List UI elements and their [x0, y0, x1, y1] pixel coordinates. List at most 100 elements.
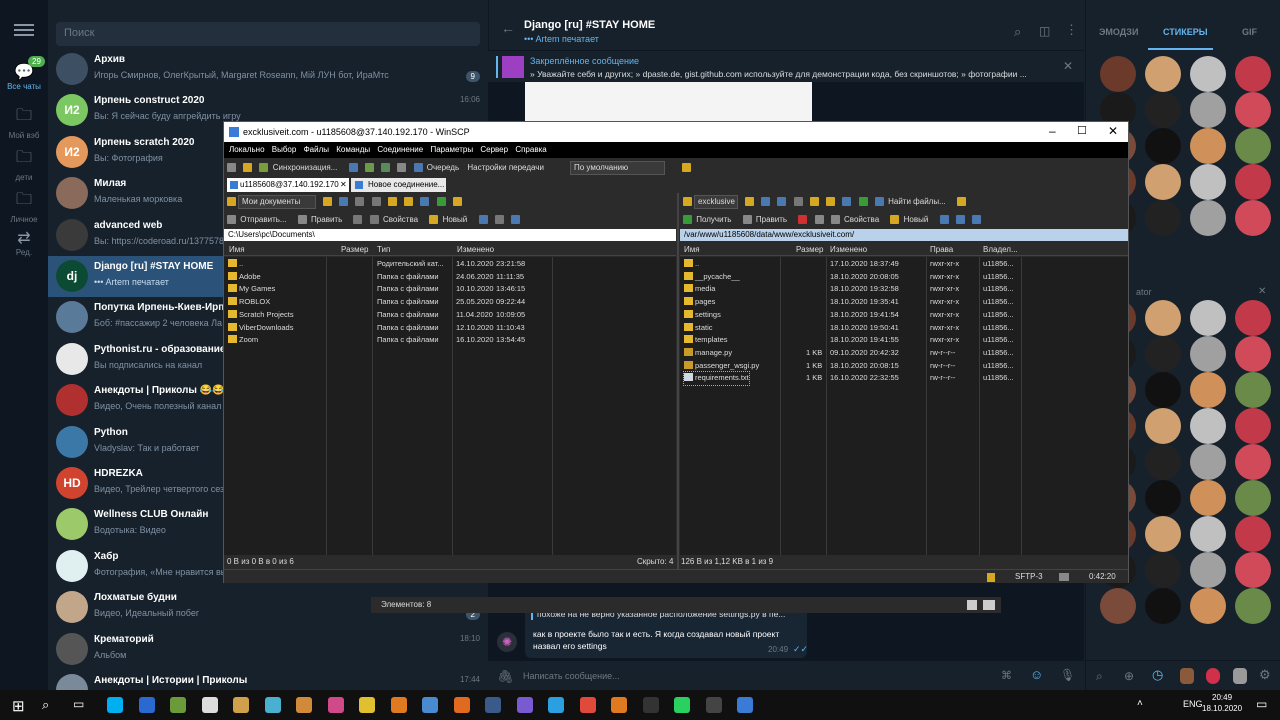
firefox-icon[interactable]	[453, 697, 470, 713]
sticker[interactable]	[1190, 480, 1226, 516]
clock-date[interactable]: 18.10.2020	[1202, 704, 1242, 713]
sticker[interactable]	[1235, 588, 1271, 624]
back-icon[interactable]	[355, 197, 365, 206]
rail-item-all-chats[interactable]: 💬 Все чаты 29	[0, 56, 48, 98]
properties-icon[interactable]	[830, 215, 840, 224]
select-all-icon[interactable]	[939, 215, 949, 224]
app-3-icon[interactable]	[138, 697, 155, 713]
sticker[interactable]	[1235, 128, 1271, 164]
file-row[interactable]: settings 18.10.2020 19:41:54 rwxr-xr-x u118…	[680, 309, 1128, 322]
file-row[interactable]: pages 18.10.2020 19:35:41 rwxr-xr-x u11856.…	[680, 296, 1128, 309]
properties-button[interactable]: Свойства	[844, 211, 879, 229]
tab-stickers[interactable]: СТИКЕРЫ	[1163, 27, 1208, 37]
app-icon[interactable]	[327, 697, 344, 713]
col-size[interactable]: Размер	[341, 243, 369, 256]
sticker[interactable]	[1235, 372, 1271, 408]
tab-session[interactable]: u1185608@37.140.192.170 ✕	[227, 178, 349, 192]
find-icon[interactable]	[364, 163, 374, 172]
language-indicator[interactable]: ENG	[1183, 699, 1203, 709]
sticker[interactable]	[1145, 336, 1181, 372]
menu-server[interactable]: Сервер	[480, 142, 508, 158]
search-icon[interactable]: ⌕	[42, 697, 49, 713]
refresh-icon[interactable]	[436, 197, 446, 206]
telegram-icon[interactable]	[548, 697, 564, 713]
unity-icon[interactable]	[201, 697, 218, 713]
col-name[interactable]: Имя	[684, 243, 700, 256]
download-icon[interactable]	[683, 215, 692, 224]
sticker[interactable]	[1190, 164, 1226, 200]
file-row[interactable]: Scratch Projects Папка с файлами 11.04.202…	[224, 309, 676, 322]
edit-icon[interactable]	[297, 215, 307, 224]
shiba-icon[interactable]	[296, 697, 312, 713]
sticker[interactable]	[1235, 164, 1271, 200]
close-icon[interactable]: ✕	[1108, 124, 1118, 138]
right-path-bar[interactable]: /var/www/u1185608/data/www/excklusiveit.…	[680, 229, 1128, 241]
sticker[interactable]	[1145, 200, 1181, 236]
open-folder-icon[interactable]	[323, 197, 332, 206]
col-name[interactable]: Имя	[229, 243, 245, 256]
filter-icon[interactable]	[510, 215, 520, 224]
emoji-icon[interactable]: ☺	[1030, 667, 1043, 682]
deselect-icon[interactable]	[494, 215, 504, 224]
sticker[interactable]	[1190, 300, 1226, 336]
file-row[interactable]: My Games Папка с файлами 10.10.2020 13:46:1…	[224, 283, 676, 296]
rail-item-personal[interactable]: 🗀 Личное	[0, 184, 48, 224]
sticker[interactable]	[1145, 92, 1181, 128]
back-icon[interactable]	[777, 197, 787, 206]
new-button[interactable]: Новый	[904, 211, 929, 229]
transfer-settings-select[interactable]: По умолчанию	[570, 161, 665, 175]
forward-icon[interactable]	[371, 197, 381, 206]
col-owner[interactable]: Владел...	[983, 243, 1018, 256]
select-all-icon[interactable]	[478, 215, 488, 224]
sticker[interactable]	[1145, 516, 1181, 552]
file-row[interactable]: ROBLOX Папка с файлами 25.05.2020 09:22:44	[224, 296, 676, 309]
deselect-icon[interactable]	[955, 215, 965, 224]
chat-list-item[interactable]: Крематорий Альбом 18:10	[48, 629, 488, 670]
window-icon[interactable]	[983, 600, 995, 610]
sticker[interactable]	[1190, 56, 1226, 92]
close-icon[interactable]: ✕	[1063, 59, 1073, 73]
back-arrow-icon[interactable]: ←	[501, 20, 515, 36]
tab-gif[interactable]: GIF	[1242, 27, 1257, 37]
rename-icon[interactable]	[814, 215, 824, 224]
chrome-colored-icon[interactable]	[359, 697, 375, 713]
bookmark-icon[interactable]	[452, 197, 462, 206]
sticker[interactable]	[1145, 164, 1181, 200]
file-row[interactable]: __pycache__ 18.10.2020 20:08:05 rwxr-xr-x u…	[680, 271, 1128, 284]
menu-help[interactable]: Справка	[515, 142, 546, 158]
file-row[interactable]: manage.py 1 KB 09.10.2020 20:42:32 rw-r--r-…	[680, 347, 1128, 360]
root-folder-icon[interactable]	[826, 197, 836, 206]
doge-icon[interactable]	[233, 697, 249, 713]
filter-icon[interactable]	[339, 197, 349, 206]
tab-new-session[interactable]: Новое соединение...	[351, 178, 446, 192]
sticker[interactable]	[1235, 444, 1271, 480]
receive-button[interactable]: Получить	[696, 211, 731, 229]
new-icon[interactable]	[429, 215, 439, 224]
pane-splitter[interactable]	[677, 193, 679, 569]
sticker-set-icon[interactable]	[1180, 668, 1194, 684]
sticker[interactable]	[1235, 480, 1271, 516]
view-icon[interactable]	[967, 600, 977, 610]
sticker[interactable]	[1100, 588, 1136, 624]
sublime-icon[interactable]	[611, 697, 627, 713]
sticker[interactable]	[1235, 300, 1271, 336]
gear-icon[interactable]: ⚙	[1259, 667, 1271, 683]
chrome-icon[interactable]	[579, 697, 596, 713]
col-rights[interactable]: Права	[930, 243, 953, 256]
new-icon[interactable]	[890, 215, 900, 224]
properties-button[interactable]: Свойства	[383, 211, 418, 229]
message-input[interactable]: Написать сообщение...	[523, 671, 620, 681]
root-folder-icon[interactable]	[404, 197, 414, 206]
col-modified[interactable]: Изменено	[830, 243, 867, 256]
col-type[interactable]: Тип	[377, 243, 390, 256]
sync-button[interactable]: Синхронизация...	[273, 159, 338, 177]
microphone-icon[interactable]: 🎙	[1060, 668, 1075, 682]
home-icon[interactable]	[420, 197, 430, 206]
file-row[interactable]: templates 18.10.2020 19:41:55 rwxr-xr-x u11…	[680, 334, 1128, 347]
minimize-icon[interactable]: –	[1049, 124, 1056, 138]
queue-button[interactable]: Очередь	[427, 159, 459, 177]
sticker[interactable]	[1190, 336, 1226, 372]
menu-options[interactable]: Параметры	[430, 142, 473, 158]
sticker[interactable]	[1190, 408, 1226, 444]
sticker[interactable]	[1145, 128, 1181, 164]
